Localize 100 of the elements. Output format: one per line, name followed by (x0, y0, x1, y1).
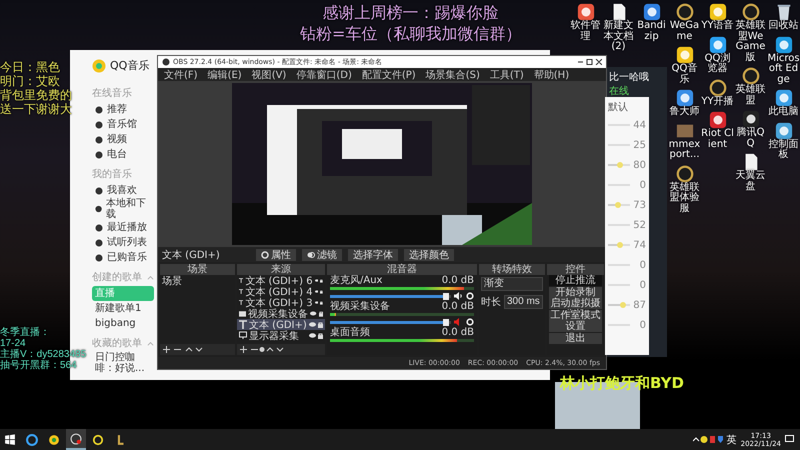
scene-item[interactable]: 场景 (160, 275, 235, 286)
preset-select[interactable]: 默认 (608, 100, 646, 114)
menu-item[interactable]: 编辑(E) (208, 68, 242, 82)
toolbar-button[interactable]: 选择字体 (348, 248, 398, 260)
sidebar-item[interactable]: bigbang (92, 316, 154, 331)
desktop-icon-label[interactable]: 英雄联盟体验服 (668, 182, 701, 214)
desktop-icon-label[interactable]: Microsoft Edge (767, 54, 800, 85)
sidebar-item[interactable]: 最近播放 (92, 220, 154, 235)
dock-header: 场景 (160, 264, 235, 275)
source-item[interactable]: 显示器采集 (237, 330, 325, 341)
speaker-icon[interactable] (454, 292, 463, 300)
sidebar-item[interactable]: 推荐 (92, 102, 154, 117)
menu-item[interactable]: 视图(V) (252, 68, 286, 82)
toolbar-button[interactable]: 滤镜 (302, 248, 342, 260)
lock-icon[interactable] (320, 300, 323, 306)
overlay-text: 冬季直播： (0, 327, 50, 338)
desktop-icon-label[interactable]: WeGame (668, 21, 701, 42)
desktop-icon-label[interactable]: 鲁大师 (668, 107, 701, 118)
sidebar-item[interactable]: 音乐馆 (92, 117, 154, 132)
tray-icons[interactable] (692, 435, 723, 444)
overlay-text: 明门：艾欧 (0, 74, 60, 88)
slider-value: 0 (638, 180, 646, 190)
sidebar-item[interactable]: 电台 (92, 147, 154, 162)
control-button[interactable]: 停止推流 (549, 275, 602, 286)
control-button[interactable]: 退出 (549, 332, 602, 344)
section-header: 在线音乐 (92, 86, 133, 100)
desktop-icon-label[interactable]: 此电脑 (767, 107, 800, 118)
circle-icon (95, 224, 103, 232)
photo-thumbnail-icon (676, 122, 694, 140)
settings-icon[interactable] (466, 318, 474, 326)
transition-select[interactable]: 渐变 (481, 277, 543, 291)
settings-icon[interactable] (466, 292, 474, 300)
control-button[interactable]: 设置 (549, 321, 602, 332)
record-app-icon (69, 432, 83, 446)
desktop-icon-label[interactable]: 回收站 (767, 21, 800, 32)
sidebar-item[interactable]: 本地和下载 (92, 198, 154, 220)
desktop-icon-label[interactable]: QQ浏览器 (701, 54, 734, 74)
slider-thumb[interactable] (617, 242, 624, 248)
desktop-icon-label[interactable]: YY开播 (701, 96, 734, 107)
desktop-icon-label[interactable]: 英雄联盟WeGame版 (734, 21, 767, 63)
source-item[interactable]: 文本 (GDI+) 6 (237, 275, 325, 286)
slider-thumb[interactable] (620, 302, 626, 308)
menu-item[interactable]: 帮助(H) (534, 68, 570, 82)
slider-thumb[interactable] (617, 162, 624, 168)
duration-label: 时长 (481, 296, 501, 309)
control-button[interactable]: 开始录制 (549, 286, 602, 298)
menu-item[interactable]: 工具(T) (490, 68, 524, 82)
sidebar-item[interactable]: 日门控咖啡：好说... (92, 352, 154, 374)
notification-icon[interactable] (785, 435, 794, 444)
desktop-icon-label[interactable]: 天翼云盘 (734, 171, 767, 192)
menu-item[interactable]: 停靠窗口(D) (296, 68, 352, 82)
desktop-icon-label[interactable]: 新建文本文档 (2) (602, 21, 635, 52)
desktop-icon-label[interactable]: Riot Client (701, 129, 734, 150)
channel-name: 麦克风/Aux (330, 275, 382, 286)
circle-icon (95, 136, 103, 144)
menu-item[interactable]: 配置文件(P) (362, 68, 416, 82)
lock-icon[interactable] (318, 310, 323, 316)
menu-item[interactable]: 文件(F) (164, 68, 198, 82)
fader-handle[interactable] (443, 292, 450, 300)
sidebar-item[interactable]: 已购音乐 (92, 250, 154, 265)
menu-item[interactable]: 场景集合(S) (426, 68, 480, 82)
app-logo-text: QQ音乐 (110, 58, 150, 73)
desktop-icon-label[interactable]: 腾讯QQ (734, 128, 767, 149)
desktop-icon-label[interactable]: 英雄联盟 (734, 85, 767, 106)
slider-thumb[interactable] (614, 202, 621, 208)
sidebar-item[interactable]: 新建歌单1 (92, 301, 154, 316)
sidebar-item[interactable]: 视频 (92, 132, 154, 147)
duration-field[interactable]: 300 ms (504, 295, 543, 309)
control-button[interactable]: 工作室模式 (549, 310, 602, 320)
source-item[interactable]: 文本 (GDI+) 3 (237, 297, 325, 308)
desktop-icon-label[interactable]: 控制面板 (767, 140, 800, 160)
channel-name: 桌面音频 (330, 327, 370, 338)
source-item[interactable]: 文本 (GDI+) 4 (237, 286, 325, 297)
ring-icon (742, 3, 760, 21)
circle-icon (95, 254, 103, 262)
desktop-icon-label[interactable]: Bandizip (635, 21, 668, 42)
taskbar-app[interactable] (66, 429, 86, 450)
overlay-text: 17-24 (0, 338, 26, 349)
toolbar-button[interactable]: 选择颜色 (404, 248, 454, 260)
source-item[interactable]: 文本 (GDI+) (237, 319, 325, 330)
language-indicator[interactable]: 英 (726, 432, 737, 446)
desktop-icon-label[interactable]: YY语音 (701, 21, 734, 32)
gear-icon (260, 250, 269, 258)
toolbar-button[interactable]: 属性 (256, 248, 296, 260)
fader-handle[interactable] (443, 318, 450, 326)
control-button[interactable]: 启动虚拟摄 (549, 298, 602, 309)
source-item[interactable]: 视频采集设备 (237, 308, 325, 319)
dock-header: 转场特效 (479, 264, 545, 275)
sidebar-item[interactable]: 我喜欢 (92, 183, 154, 198)
lock-icon[interactable] (320, 288, 323, 294)
lock-icon[interactable] (318, 322, 323, 328)
slider-value: 0 (638, 280, 646, 290)
window-controls-icon[interactable] (578, 59, 602, 65)
desktop-icon-label[interactable]: 软件管理 (569, 21, 602, 42)
desktop-icon-label[interactable]: mmexport... (668, 140, 701, 160)
sidebar-item[interactable]: 试听列表 (92, 235, 154, 250)
lock-icon[interactable] (320, 278, 323, 284)
circle-icon (95, 238, 103, 246)
desktop-icon-label[interactable]: QQ音乐 (668, 64, 701, 85)
lock-icon[interactable] (318, 332, 323, 338)
